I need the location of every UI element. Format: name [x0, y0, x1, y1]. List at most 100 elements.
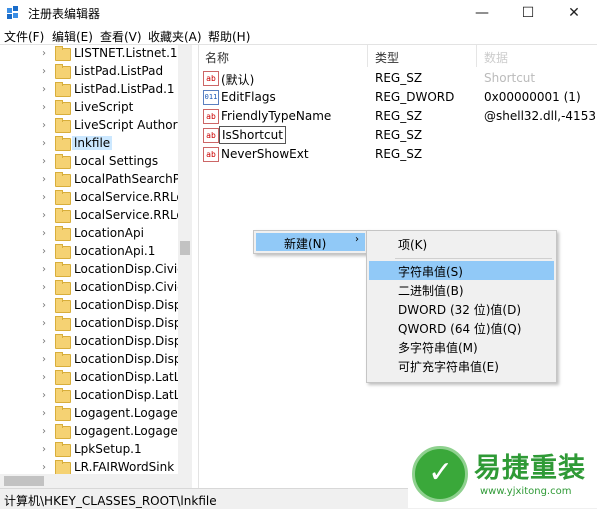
tree-item-label: LocationDisp.DispCi — [74, 316, 192, 330]
submenu-item-label: 多字符串值(M) — [398, 341, 478, 355]
folder-icon — [55, 172, 71, 187]
tree-item-label: LocationApi — [74, 226, 144, 240]
expand-arrow-icon[interactable]: › — [42, 227, 52, 241]
tree-item-label: LocalService.RRLoca — [74, 208, 192, 222]
tree-horizontal-scrollbar[interactable] — [0, 474, 192, 488]
expand-arrow-icon[interactable]: › — [42, 137, 52, 151]
submenu-item[interactable]: 多字符串值(M) — [369, 337, 554, 356]
folder-icon — [55, 316, 71, 331]
column-separator[interactable] — [476, 45, 477, 67]
value-type: REG_SZ — [375, 147, 423, 161]
expand-arrow-icon[interactable]: › — [42, 281, 52, 295]
menu-help[interactable]: 帮助(H) — [208, 28, 250, 45]
submenu-item[interactable]: 可扩充字符串值(E) — [369, 356, 554, 375]
tree-item[interactable]: › LocationDisp.DispCi — [0, 315, 192, 333]
expand-arrow-icon[interactable]: › — [42, 209, 52, 223]
tree-item[interactable]: › LpkSetup.1 — [0, 441, 180, 459]
expand-arrow-icon[interactable]: › — [42, 155, 52, 169]
close-button[interactable]: ✕ — [551, 0, 597, 26]
maximize-button[interactable]: ☐ — [505, 0, 551, 26]
tree-item[interactable]: › LocationDisp.LatLon — [0, 387, 192, 405]
expand-arrow-icon[interactable]: › — [42, 245, 52, 259]
expand-arrow-icon[interactable]: › — [42, 65, 52, 79]
value-row[interactable]: ab NeverShowExt REG_SZ — [199, 145, 597, 164]
expand-arrow-icon[interactable]: › — [42, 119, 52, 133]
tree-item[interactable]: › LocationDisp.CivicAd — [0, 279, 192, 297]
folder-icon — [55, 370, 71, 385]
tree-item[interactable]: › LocalPathSearchPro — [0, 171, 192, 189]
tree-item[interactable]: › LocationApi — [0, 225, 180, 243]
column-separator[interactable] — [367, 45, 368, 67]
column-header-name[interactable]: 名称 — [205, 49, 229, 66]
expand-arrow-icon[interactable]: › — [42, 191, 52, 205]
menu-file[interactable]: 文件(F) — [4, 28, 44, 45]
tree-vertical-scrollbar[interactable] — [178, 45, 192, 474]
expand-arrow-icon[interactable]: › — [42, 443, 52, 457]
folder-icon — [55, 226, 71, 241]
tree-item[interactable]: › ListPad.ListPad.1 — [0, 81, 180, 99]
expand-arrow-icon[interactable]: › — [42, 335, 52, 349]
tree-item[interactable]: › LocationDisp.DispCi — [0, 297, 192, 315]
value-row[interactable]: ab FriendlyTypeName REG_SZ @shell32.dll,-41… — [199, 107, 597, 126]
context-menu-new[interactable]: 新建(N) › — [256, 233, 365, 251]
tree-item[interactable]: › ListPad.ListPad — [0, 63, 180, 81]
expand-arrow-icon[interactable]: › — [42, 317, 52, 331]
submenu-item[interactable]: 项(K) — [369, 234, 554, 253]
expand-arrow-icon[interactable]: › — [42, 371, 52, 385]
tree-item[interactable]: › LocationDisp.CivicAd — [0, 261, 192, 279]
tree-item[interactable]: › Logagent.Logagent — [0, 405, 190, 423]
context-menu: 新建(N) › — [253, 230, 368, 254]
tree-item[interactable]: › LocalService.RRLoca — [0, 207, 192, 225]
tree-item[interactable]: › LocationDisp.DispLa — [0, 351, 192, 369]
expand-arrow-icon[interactable]: › — [42, 425, 52, 439]
tree-item[interactable]: › LR.FAIRWordSink — [0, 459, 180, 474]
folder-icon — [55, 334, 71, 349]
tree-item[interactable]: › LocationApi.1 — [0, 243, 180, 261]
tree-hscroll-thumb[interactable] — [4, 476, 44, 486]
minimize-button[interactable]: — — [459, 0, 505, 26]
column-header-data[interactable]: 数据 — [484, 49, 508, 66]
expand-arrow-icon[interactable]: › — [42, 353, 52, 367]
expand-arrow-icon[interactable]: › — [42, 101, 52, 115]
tree-item[interactable]: › LocalService.RRLoca — [0, 189, 192, 207]
new-submenu: 项(K) 字符串值(S) 二进制值(B) DWORD (32 位)值(D) QWORD … — [366, 230, 557, 383]
tree-item[interactable]: › LocationDisp.DispLa — [0, 333, 192, 351]
submenu-item[interactable]: 字符串值(S) — [369, 261, 554, 280]
value-name-edit-field[interactable]: IsShortcut — [219, 126, 286, 144]
expand-arrow-icon[interactable]: › — [42, 407, 52, 421]
expand-arrow-icon[interactable]: › — [42, 389, 52, 403]
value-row[interactable]: 011 EditFlags REG_DWORD 0x00000001 (1) — [199, 88, 597, 107]
tree-item[interactable]: › Local Settings — [0, 153, 180, 171]
tree-item[interactable]: › LiveScript — [0, 99, 180, 117]
expand-arrow-icon[interactable]: › — [42, 299, 52, 313]
column-header-type[interactable]: 类型 — [375, 49, 399, 66]
menu-edit[interactable]: 编辑(E) — [52, 28, 93, 45]
value-row[interactable]: ab (默认) REG_SZ Shortcut — [199, 69, 597, 88]
folder-icon — [55, 154, 71, 169]
expand-arrow-icon[interactable]: › — [42, 47, 52, 61]
submenu-item[interactable]: QWORD (64 位)值(Q) — [369, 318, 554, 337]
submenu-separator — [395, 258, 552, 259]
menu-view[interactable]: 查看(V) — [100, 28, 142, 45]
expand-arrow-icon[interactable]: › — [42, 461, 52, 474]
tree-scroll-thumb[interactable] — [180, 241, 190, 255]
tree-item[interactable]: › Logagent.Logagent — [0, 423, 190, 441]
context-menu-new-label: 新建(N) — [284, 237, 327, 251]
pane-splitter[interactable] — [192, 45, 199, 488]
tree-item[interactable]: › LISTNET.Listnet.16 — [0, 45, 185, 63]
expand-arrow-icon[interactable]: › — [42, 263, 52, 277]
tree-item-label: Local Settings — [74, 154, 159, 168]
folder-icon — [55, 46, 71, 61]
value-row[interactable]: ab IsShortcut REG_SZ — [199, 126, 597, 145]
tree-item[interactable]: › LocationDisp.LatLon — [0, 369, 192, 387]
submenu-item[interactable]: 二进制值(B) — [369, 280, 554, 299]
tree-item[interactable]: › lnkfile — [0, 135, 180, 153]
tree-item[interactable]: › LiveScript Author — [0, 117, 180, 135]
menu-favorites[interactable]: 收藏夹(A) — [148, 28, 202, 45]
expand-arrow-icon[interactable]: › — [42, 83, 52, 97]
tree-item-label: LocationDisp.CivicAd — [74, 280, 192, 294]
submenu-item[interactable]: DWORD (32 位)值(D) — [369, 299, 554, 318]
registry-tree[interactable]: › LISTNET.Listnet.16 › ListPad.ListPad › List… — [0, 45, 192, 474]
tree-item-label: LocationDisp.CivicAd — [74, 262, 192, 276]
expand-arrow-icon[interactable]: › — [42, 173, 52, 187]
